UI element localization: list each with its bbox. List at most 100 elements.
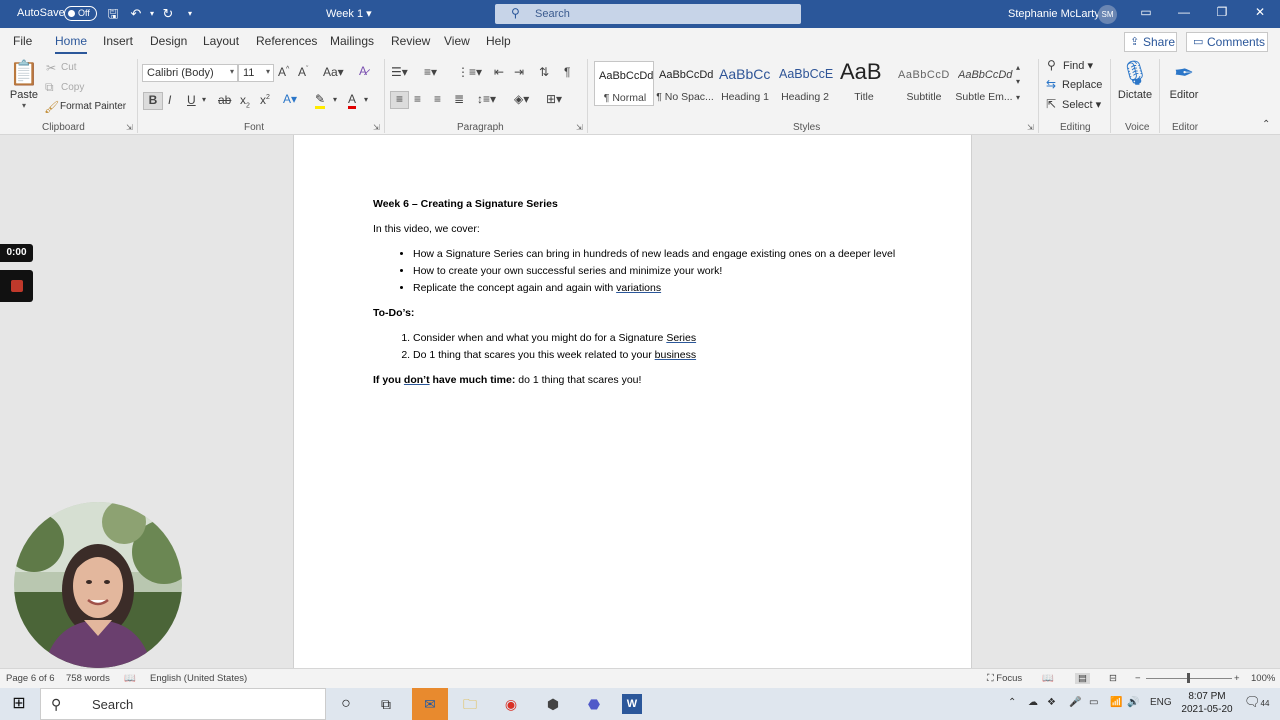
sort-icon[interactable]: ⇅ <box>539 65 549 79</box>
avatar[interactable]: SM <box>1098 5 1117 24</box>
font-color-dropdown-icon[interactable]: ▾ <box>364 95 368 104</box>
undo-icon[interactable]: ↶ <box>128 6 144 22</box>
read-mode-icon[interactable]: 📖 <box>1042 673 1054 684</box>
wifi-icon[interactable]: 📶 <box>1110 697 1122 708</box>
taskbar-search[interactable]: ⚲ Search <box>40 688 326 720</box>
user-name[interactable]: Stephanie McLarty <box>1008 8 1100 20</box>
autosave-toggle[interactable]: Off <box>64 6 97 21</box>
align-right-icon[interactable]: ≡ <box>434 92 441 106</box>
subscript-icon[interactable]: x2 <box>240 93 250 109</box>
line-spacing-icon[interactable]: ↕≡▾ <box>477 92 496 106</box>
show-hidden-icons-icon[interactable]: ⌃ <box>1008 697 1016 708</box>
shading-icon[interactable]: ◈▾ <box>514 92 529 106</box>
document-title[interactable]: Week 1 ▾ <box>326 7 372 20</box>
save-icon[interactable]: 🖫 <box>105 6 121 22</box>
styles-more-icon[interactable]: ▾ <box>1016 93 1020 102</box>
justify-icon[interactable]: ≣ <box>454 92 464 106</box>
highlight-icon[interactable]: ✎ <box>315 92 326 109</box>
clipboard-launcher-icon[interactable]: ⇲ <box>126 123 133 132</box>
focus-button[interactable]: ⛶ Focus <box>987 673 1022 684</box>
tab-mailings[interactable]: Mailings <box>330 34 374 48</box>
style-subtle-emphasis[interactable]: AaBbCcDd Subtle Em... <box>954 61 1014 106</box>
volume-icon[interactable]: 🔊 <box>1127 697 1139 708</box>
tab-design[interactable]: Design <box>150 34 187 48</box>
undo-dropdown-icon[interactable]: ▾ <box>144 6 160 22</box>
cut-button[interactable]: Cut <box>61 62 77 73</box>
clear-formatting-icon[interactable]: A̷ <box>359 64 367 78</box>
style-normal[interactable]: AaBbCcDd ¶ Normal <box>594 61 654 106</box>
paste-button[interactable]: 📋 Paste ▾ <box>0 59 48 110</box>
italic-icon[interactable]: I <box>168 93 171 107</box>
align-left-icon[interactable]: ≡ <box>390 91 409 109</box>
tab-view[interactable]: View <box>444 34 470 48</box>
taskbar-clock[interactable]: 8:07 PM 2021-05-20 <box>1176 690 1238 716</box>
chrome-icon[interactable]: ◉ <box>501 694 521 714</box>
style-no-spacing[interactable]: AaBbCcDd ¶ No Spac... <box>655 61 715 106</box>
zoom-in-icon[interactable]: + <box>1234 673 1240 684</box>
search-box[interactable]: ⚲ Search <box>495 4 801 24</box>
language-status[interactable]: English (United States) <box>150 673 247 684</box>
file-explorer-icon[interactable]: 🗀 <box>460 694 480 714</box>
onedrive-icon[interactable]: ☁ <box>1028 697 1038 708</box>
increase-indent-icon[interactable]: ⇥ <box>514 65 524 79</box>
word-count[interactable]: 758 words <box>66 673 110 684</box>
tab-insert[interactable]: Insert <box>103 34 133 48</box>
superscript-icon[interactable]: x2 <box>260 93 270 107</box>
tab-review[interactable]: Review <box>391 34 430 48</box>
text-effects-icon[interactable]: A▾ <box>283 92 297 106</box>
dictate-button[interactable]: 🎙 Dictate <box>1111 59 1159 101</box>
proofing-icon[interactable]: 📖 <box>124 673 136 684</box>
minimize-icon[interactable]: — <box>1174 5 1194 19</box>
customize-qat-icon[interactable]: ▾ <box>182 6 198 22</box>
style-heading-1[interactable]: AaBbCc Heading 1 <box>715 61 775 106</box>
page-count[interactable]: Page 6 of 6 <box>6 673 55 684</box>
replace-button[interactable]: Replace <box>1062 79 1102 91</box>
redo-icon[interactable]: ↻ <box>160 6 176 22</box>
document-body[interactable]: Week 6 – Creating a Signature Series In … <box>373 196 903 397</box>
change-case-icon[interactable]: Aa▾ <box>323 65 344 79</box>
strikethrough-icon[interactable]: ab <box>218 93 231 107</box>
styles-launcher-icon[interactable]: ⇲ <box>1027 123 1034 132</box>
style-subtitle[interactable]: AaBbCcD Subtitle <box>894 61 954 106</box>
font-color-icon[interactable]: A <box>348 92 357 109</box>
copy-button[interactable]: Copy <box>61 82 84 93</box>
close-icon[interactable]: ✕ <box>1250 5 1270 19</box>
word-taskbar-icon[interactable]: W <box>622 694 642 714</box>
cortana-icon[interactable]: ○ <box>336 694 356 714</box>
tab-help[interactable]: Help <box>486 34 511 48</box>
find-button[interactable]: Find ▾ <box>1063 59 1093 72</box>
share-button[interactable]: ⇪ Share <box>1124 32 1177 52</box>
dropbox-icon[interactable]: ❖ <box>1047 697 1056 708</box>
font-family-select[interactable]: Calibri (Body) ▾ <box>142 64 238 82</box>
styles-scroll-up-icon[interactable]: ▴ <box>1016 63 1020 72</box>
shrink-font-icon[interactable]: Aˇ <box>298 65 308 79</box>
font-launcher-icon[interactable]: ⇲ <box>373 123 380 132</box>
borders-icon[interactable]: ⊞▾ <box>546 92 562 106</box>
tab-layout[interactable]: Layout <box>203 34 239 48</box>
task-view-icon[interactable]: ⧉ <box>376 694 396 714</box>
style-title[interactable]: AaB Title <box>834 59 894 106</box>
web-layout-icon[interactable]: ⊟ <box>1109 673 1117 684</box>
underline-dropdown-icon[interactable]: ▾ <box>202 95 206 104</box>
show-formatting-icon[interactable]: ¶ <box>564 65 570 79</box>
zoom-slider-thumb[interactable] <box>1187 673 1190 683</box>
outlook-taskbar-icon[interactable]: ✉ <box>412 688 448 720</box>
app-icon[interactable]: ⬢ <box>543 694 563 714</box>
highlight-dropdown-icon[interactable]: ▾ <box>333 95 337 104</box>
numbering-icon[interactable]: ≡▾ <box>424 65 437 79</box>
battery-icon[interactable]: ▭ <box>1089 697 1098 708</box>
format-painter-button[interactable]: Format Painter <box>60 101 126 112</box>
paragraph-launcher-icon[interactable]: ⇲ <box>576 123 583 132</box>
bold-icon[interactable]: B <box>143 92 163 110</box>
select-button[interactable]: Select ▾ <box>1062 98 1101 111</box>
tab-references[interactable]: References <box>256 34 317 48</box>
editor-button[interactable]: ✒ Editor <box>1160 59 1208 101</box>
font-size-select[interactable]: 11 ▾ <box>238 64 274 82</box>
underline-icon[interactable]: U <box>187 93 196 107</box>
tab-home[interactable]: Home <box>55 34 88 54</box>
input-language[interactable]: ENG <box>1150 697 1172 708</box>
windows-start-icon[interactable]: ⊞ <box>9 694 29 714</box>
grow-font-icon[interactable]: A^ <box>278 65 289 79</box>
notifications-icon[interactable]: 🗨44 <box>1244 694 1269 710</box>
zoom-level[interactable]: 100% <box>1251 673 1275 684</box>
